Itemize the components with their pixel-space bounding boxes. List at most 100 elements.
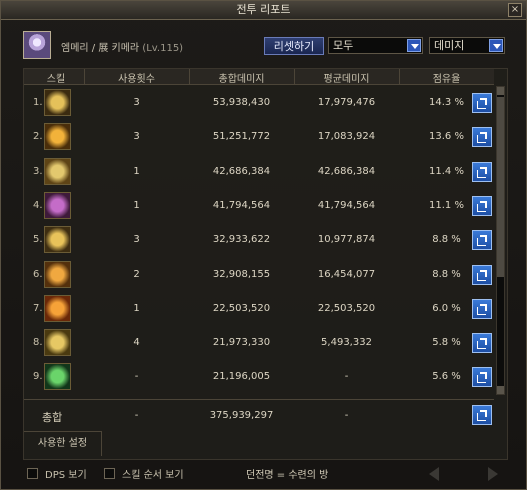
row-rank: 1. [33, 97, 43, 108]
scroll-down-button[interactable] [497, 386, 504, 394]
table-row: 8. 4 21,973,330 5,493,332 5.8 % [24, 326, 494, 360]
scroll-up-button[interactable] [497, 87, 504, 95]
row-rank: 4. [33, 199, 43, 211]
share-button[interactable] [472, 161, 492, 182]
table-row: 4. 1 41,794,564 41,794,564 11.1 % [24, 189, 494, 223]
row-rank: 7. [33, 302, 43, 314]
dps-view-label: DPS 보기 [45, 470, 87, 481]
row-rank: 2. [33, 131, 43, 143]
row-uses: 2 [133, 268, 140, 280]
close-button[interactable]: × [508, 3, 522, 17]
character-info: 엠메리 / 展 키메라 (Lv.115) [61, 39, 183, 54]
share-button[interactable] [472, 93, 492, 113]
total-average: - [344, 410, 349, 421]
share-button[interactable] [472, 127, 492, 148]
avatar [23, 31, 51, 59]
row-rank: 6. [33, 268, 43, 280]
row-uses: 3 [133, 234, 140, 246]
row-total-damage: 21,196,005 [212, 371, 271, 383]
row-uses: 3 [133, 131, 140, 143]
share-button[interactable] [472, 195, 492, 216]
table-row: 1. 3 53,938,430 17,979,476 14.3 % [24, 86, 494, 120]
row-rank: 5. [33, 234, 43, 246]
row-average-damage: 41,794,564 [317, 199, 376, 211]
row-average-damage: 42,686,384 [317, 165, 376, 177]
character-name: 엠메리 / 展 키메라 [61, 43, 140, 54]
skill-order-checkbox[interactable] [104, 468, 115, 479]
share-button[interactable] [472, 333, 492, 354]
row-total-damage: 42,686,384 [212, 165, 271, 177]
row-average-damage: - [344, 371, 349, 383]
report-panel: 스킬 사용횟수 총합데미지 평균데미지 점유율 1. 3 53,938,430 17,… [23, 68, 508, 460]
sort-select[interactable]: 데미지 [429, 37, 505, 54]
row-total-damage: 21,973,330 [212, 337, 271, 349]
total-uses: - [134, 410, 139, 421]
table-row: 9. -21,196,005-5.6 % [24, 360, 494, 394]
row-average-damage: 5,493,332 [321, 337, 372, 349]
row-uses: - [134, 371, 139, 383]
skill-order-label: 스킬 순서 보기 [122, 470, 184, 481]
battle-report-window: 전투 리포트 × 엠메리 / 展 키메라 (Lv.115) 리셋하기 모두 데미… [0, 0, 527, 490]
share-button[interactable] [472, 264, 492, 285]
skill-icon-4 [44, 191, 71, 219]
skill-icon-5 [44, 226, 71, 254]
share-button[interactable] [472, 367, 492, 388]
row-uses: 1 [133, 302, 140, 314]
character-header: 엠메리 / 展 키메라 (Lv.115) 리셋하기 모두 데미지 [1, 31, 526, 63]
total-damage: 375,939,297 [209, 410, 274, 421]
chevron-down-icon[interactable] [489, 39, 503, 52]
table-row: 5. 3 32,933,622 10,977,874 8.8 % [24, 223, 494, 257]
skill-icon-8 [44, 329, 71, 357]
row-total-damage: 53,938,430 [212, 97, 271, 108]
row-average-damage: 17,083,924 [317, 131, 376, 143]
dps-view-checkbox[interactable] [27, 468, 38, 479]
row-average-damage: 16,454,077 [317, 268, 376, 280]
dungeon-name: 던전명 = 수련의 방 [246, 470, 329, 481]
row-rank: 3. [33, 165, 43, 177]
skill-icon-9 [44, 363, 71, 391]
share-total-button[interactable] [472, 405, 492, 425]
column-header-uses: 사용횟수 [118, 74, 155, 85]
row-total-damage: 32,908,155 [212, 268, 271, 280]
row-uses: 1 [133, 165, 140, 177]
skill-icon-6 [44, 260, 71, 288]
table-row: 7. 1 22,503,520 22,503,520 6.0 % [24, 292, 494, 326]
filter-select-value: 모두 [333, 39, 354, 52]
row-average-damage: 10,977,874 [317, 234, 376, 246]
reset-button[interactable]: 리셋하기 [264, 37, 324, 55]
scroll-thumb[interactable] [497, 97, 504, 277]
skill-icon-2 [44, 123, 71, 151]
sort-select-value: 데미지 [434, 39, 465, 52]
column-header-total: 총합데미지 [218, 74, 265, 85]
row-uses: 3 [133, 97, 140, 108]
next-arrow-icon[interactable] [488, 467, 498, 481]
previous-arrow-icon[interactable] [429, 467, 439, 481]
filter-select[interactable]: 모두 [328, 37, 423, 54]
share-button[interactable] [472, 230, 492, 251]
row-total-damage: 41,794,564 [212, 199, 271, 211]
window-title: 전투 리포트 [236, 3, 291, 16]
used-settings-tab[interactable]: 사용한 설정 [24, 431, 102, 456]
column-header-skill: 스킬 [46, 74, 66, 85]
row-total-damage: 32,933,622 [212, 234, 271, 246]
footer-bar: DPS 보기 스킬 순서 보기 던전명 = 수련의 방 [1, 461, 526, 489]
row-average-damage: 22,503,520 [317, 302, 376, 314]
table-row: 2. 3 51,251,772 17,083,924 13.6 % [24, 120, 494, 154]
row-uses: 4 [133, 337, 140, 349]
column-header-share: 점유율 [432, 74, 461, 85]
column-headers: 스킬 사용횟수 총합데미지 평균데미지 점유율 [24, 69, 494, 85]
column-header-average: 평균데미지 [323, 74, 370, 85]
chevron-down-icon[interactable] [407, 39, 421, 52]
row-average-damage: 17,979,476 [317, 97, 376, 108]
title-bar: 전투 리포트 × [1, 1, 526, 20]
scrollbar[interactable] [496, 86, 505, 395]
skill-icon-1 [44, 89, 71, 116]
row-uses: 1 [133, 199, 140, 211]
row-total-damage: 22,503,520 [212, 302, 271, 314]
row-rank: 8. [33, 337, 43, 349]
share-button[interactable] [472, 298, 492, 319]
row-rank: 9. [33, 371, 43, 383]
table-row: 6. 2 32,908,155 16,454,077 8.8 % [24, 258, 494, 292]
skill-icon-3 [44, 157, 71, 185]
total-label: 총합 [42, 411, 63, 424]
